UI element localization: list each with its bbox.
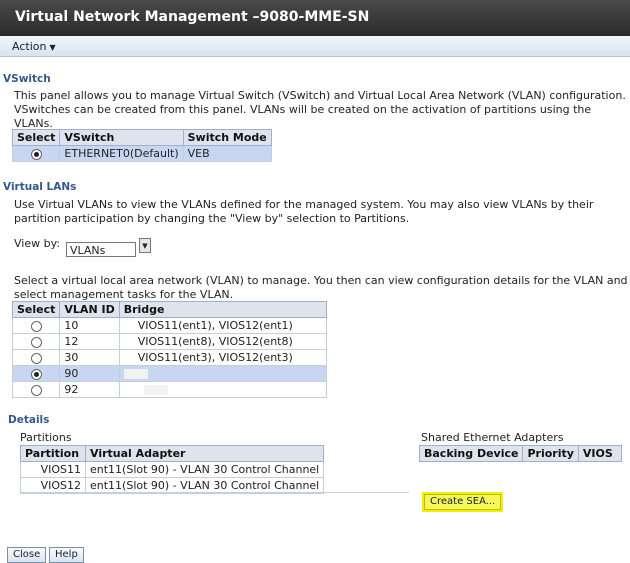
vlan-table-header: Select VLAN ID Bridge [11, 301, 327, 318]
vlans-description-line2: partition participation by changing the … [14, 212, 410, 225]
close-button[interactable]: Close [7, 547, 47, 563]
select-cell [11, 333, 61, 350]
vlan-bridge [118, 365, 327, 382]
vswitch-table-header: Select VSwitch Switch Mode [11, 129, 272, 146]
vlan-id: 90 [59, 365, 120, 382]
window-titlebar: Virtual Network Management –9080-MME-SN [0, 0, 630, 36]
table-row[interactable]: VIOS11 ent11(Slot 90) - VLAN 30 Control … [20, 461, 325, 478]
col-vswitch: VSwitch [59, 129, 184, 146]
vlans-description: Use Virtual VLANs to view the VLANs defi… [14, 198, 628, 226]
table-row[interactable]: 12 VIOS11(ent8), VIOS12(ent8) [11, 333, 327, 350]
select-cell [11, 381, 61, 398]
radio-button[interactable] [30, 368, 42, 380]
radio-button[interactable] [30, 320, 42, 332]
table-row[interactable]: 10 VIOS11(ent1), VIOS12(ent1) [11, 317, 327, 334]
partition-name: VIOS11 [20, 461, 86, 478]
table-row[interactable]: 90 [11, 365, 327, 382]
vswitch-description-line1: This panel allows you to manage Virtual … [14, 89, 626, 102]
vlan-id: 92 [59, 381, 120, 398]
vlan-select-prompt-line1: Select a virtual local area network (VLA… [14, 274, 628, 287]
vlan-table: Select VLAN ID Bridge 10 VIOS11(ent1), V… [11, 301, 327, 398]
radio-button[interactable] [30, 384, 42, 396]
vlan-select-prompt: Select a virtual local area network (VLA… [14, 274, 628, 302]
action-menu-label: Action [12, 40, 47, 53]
view-by-label: View by: [14, 237, 60, 250]
chevron-down-icon: ▼ [49, 43, 56, 52]
col-switch-mode: Switch Mode [182, 129, 272, 146]
vswitch-heading: VSwitch [3, 73, 51, 85]
vlan-id: 12 [59, 333, 120, 350]
table-row[interactable]: 92 [11, 381, 327, 398]
view-by-select[interactable]: VLANs [66, 242, 136, 257]
create-sea-button[interactable]: Create SEA... [424, 494, 502, 510]
select-cell [11, 145, 61, 162]
partitions-table-header: Partition Virtual Adapter [20, 445, 325, 462]
vlan-select-prompt-line2: select management tasks for the VLAN. [14, 288, 234, 301]
table-row[interactable]: ETHERNET0(Default) VEB [11, 145, 272, 162]
col-vios: VIOS [577, 445, 622, 462]
vlan-bridge: VIOS11(ent8), VIOS12(ent8) [118, 333, 327, 350]
help-button[interactable]: Help [49, 547, 84, 563]
col-partition: Partition [20, 445, 86, 462]
col-select: Select [11, 129, 61, 146]
redacted-block [143, 385, 168, 395]
table-row[interactable]: 30 VIOS11(ent3), VIOS12(ent3) [11, 349, 327, 366]
col-virtual-adapter: Virtual Adapter [84, 445, 325, 462]
partitions-label: Partitions [20, 431, 72, 444]
vlan-bridge: VIOS11(ent1), VIOS12(ent1) [118, 317, 327, 334]
col-priority: Priority [522, 445, 579, 462]
vlans-heading: Virtual LANs [3, 181, 77, 193]
col-backing-device: Backing Device [418, 445, 524, 462]
select-cell [11, 365, 61, 382]
vlans-description-line1: Use Virtual VLANs to view the VLANs defi… [14, 198, 594, 211]
radio-button[interactable] [30, 336, 42, 348]
sea-table-header: Backing Device Priority VIOS [418, 445, 622, 462]
vswitch-description-line2: VSwitches can be created from this panel… [14, 103, 592, 130]
vlan-id: 10 [59, 317, 120, 334]
col-vlan-id: VLAN ID [59, 301, 120, 318]
vswitch-description: This panel allows you to manage Virtual … [14, 89, 628, 131]
select-cell [11, 317, 61, 334]
action-menubar: Action ▼ [0, 36, 630, 57]
redacted-block [123, 369, 148, 379]
switch-mode: VEB [182, 145, 272, 162]
vswitch-table: Select VSwitch Switch Mode ETHERNET0(Def… [11, 129, 272, 162]
sea-table: Backing Device Priority VIOS [418, 445, 622, 462]
action-menu[interactable]: Action ▼ [12, 40, 56, 53]
vlan-bridge [118, 381, 327, 398]
col-select: Select [11, 301, 61, 318]
select-cell [11, 349, 61, 366]
partitions-table: Partition Virtual Adapter VIOS11 ent11(S… [20, 445, 325, 494]
radio-button[interactable] [30, 148, 42, 160]
partitions-table-bottom-divider [20, 492, 409, 493]
window-title: Virtual Network Management –9080-MME-SN [15, 9, 370, 25]
view-by-dropdown-button[interactable]: ▼ [139, 238, 151, 253]
sea-label: Shared Ethernet Adapters [421, 431, 564, 444]
col-bridge: Bridge [118, 301, 327, 318]
vlan-id: 30 [59, 349, 120, 366]
chevron-down-icon: ▼ [142, 242, 148, 250]
virtual-adapter: ent11(Slot 90) - VLAN 30 Control Channel [84, 461, 325, 478]
vlan-bridge: VIOS11(ent3), VIOS12(ent3) [118, 349, 327, 366]
details-heading: Details [8, 414, 50, 426]
radio-button[interactable] [30, 352, 42, 364]
vswitch-name: ETHERNET0(Default) [59, 145, 184, 162]
